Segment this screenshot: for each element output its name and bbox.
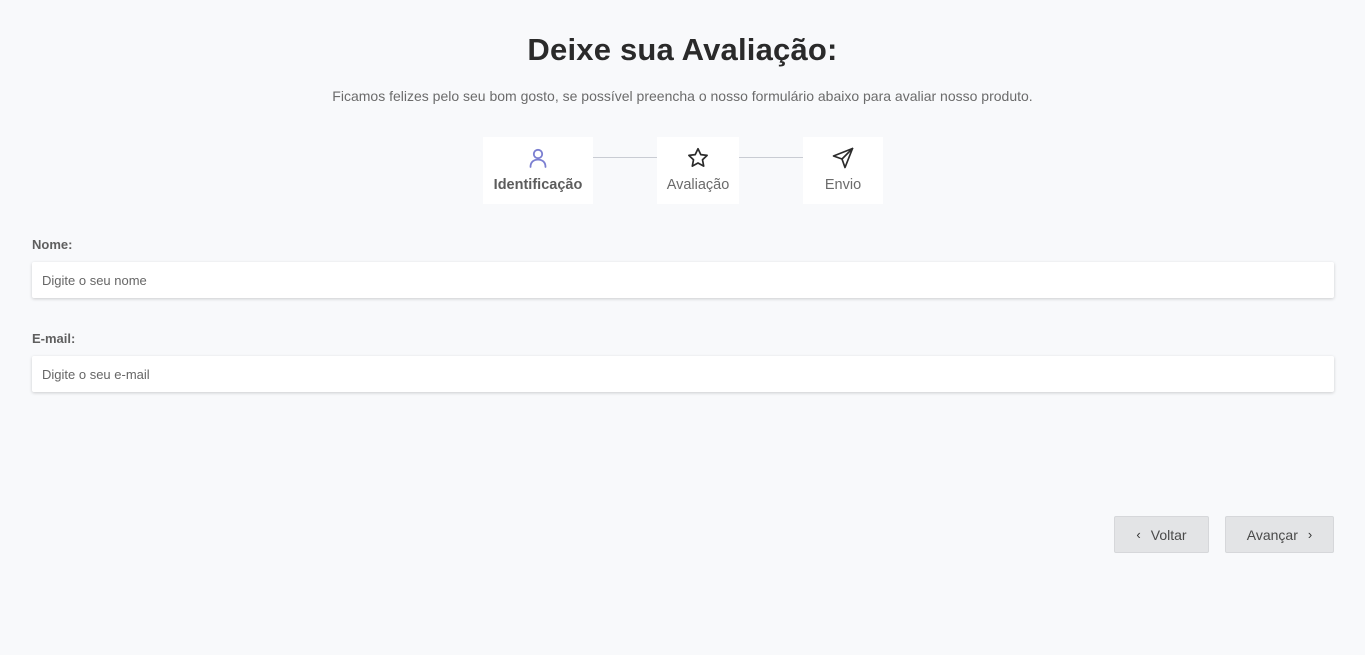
stepper: Identificação Avaliação Envio <box>0 137 1365 205</box>
back-button-label: Voltar <box>1150 526 1187 543</box>
step-label: Envio <box>824 177 862 193</box>
review-page: Deixe sua Avaliação: Ficamos felizes pel… <box>0 0 1365 655</box>
next-button-label: Avançar <box>1246 526 1298 543</box>
step-avaliacao[interactable]: Avaliação <box>657 137 739 204</box>
page-subtitle: Ficamos felizes pelo seu bom gosto, se p… <box>332 88 1033 104</box>
star-icon <box>688 147 708 167</box>
step-label: Avaliação <box>666 177 730 193</box>
next-button[interactable]: Avançar › <box>1225 516 1334 553</box>
send-icon <box>832 147 854 169</box>
stepper-connector <box>593 157 657 158</box>
step-envio[interactable]: Envio <box>803 137 883 204</box>
name-label: Nome: <box>32 237 73 252</box>
email-label: E-mail: <box>32 331 76 346</box>
back-button[interactable]: ‹ Voltar <box>1114 516 1209 553</box>
page-title: Deixe sua Avaliação: <box>527 32 838 67</box>
email-input[interactable] <box>32 356 1334 392</box>
name-input[interactable] <box>32 262 1334 298</box>
chevron-right-icon: › <box>1307 527 1313 542</box>
user-icon <box>529 148 547 168</box>
chevron-left-icon: ‹ <box>1136 527 1141 542</box>
step-identificacao[interactable]: Identificação <box>483 137 593 204</box>
step-label: Identificação <box>493 177 583 193</box>
stepper-connector <box>739 157 803 158</box>
